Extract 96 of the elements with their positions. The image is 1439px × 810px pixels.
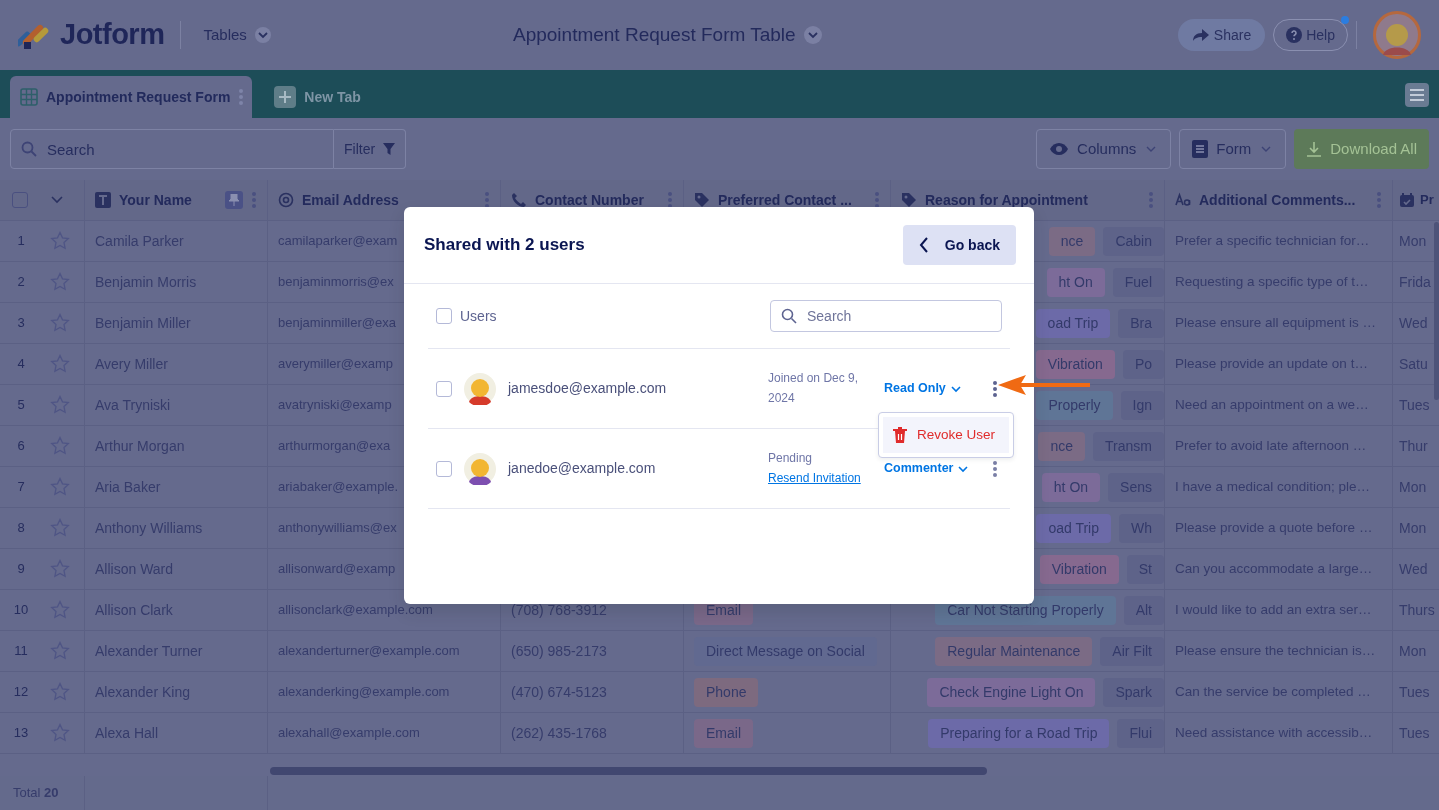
table-tab[interactable]: Appointment Request Form bbox=[10, 76, 253, 118]
form-button[interactable]: Form bbox=[1179, 129, 1287, 169]
role-dropdown[interactable]: Commenter bbox=[884, 459, 988, 478]
help-icon bbox=[1286, 27, 1303, 43]
row-number: 2 bbox=[16, 273, 26, 292]
form-icon bbox=[1192, 140, 1209, 158]
tag: Properly bbox=[1036, 390, 1113, 420]
trash-icon bbox=[893, 427, 907, 443]
row-number: 3 bbox=[16, 314, 26, 333]
columns-button[interactable]: Columns bbox=[1036, 129, 1172, 169]
search-field[interactable]: Search bbox=[770, 300, 1002, 332]
phone-icon bbox=[511, 192, 527, 208]
status-text: Pending bbox=[768, 450, 814, 468]
row-number: 7 bbox=[16, 478, 26, 497]
chevron-icon[interactable] bbox=[803, 26, 822, 44]
row-number: 13 bbox=[12, 724, 30, 743]
scrollbar-thumb[interactable] bbox=[1434, 222, 1439, 400]
tag-icon bbox=[901, 192, 917, 208]
row-number: 1 bbox=[16, 232, 26, 251]
chevron-left-icon bbox=[918, 237, 929, 253]
menu-icon bbox=[1410, 89, 1424, 101]
pin-icon[interactable] bbox=[225, 191, 243, 209]
search-icon bbox=[781, 308, 797, 324]
user-email: jamesdoe@example.com bbox=[508, 379, 668, 398]
chevron-icon bbox=[254, 27, 271, 43]
row-number: 12 bbox=[12, 683, 30, 702]
more-icon bbox=[992, 380, 998, 399]
filter-button[interactable]: Filter bbox=[334, 129, 407, 169]
share-icon bbox=[1191, 28, 1210, 42]
row-number: 6 bbox=[16, 437, 26, 456]
more-icon[interactable] bbox=[874, 191, 880, 209]
search-icon bbox=[21, 141, 37, 157]
tag: oad Trip bbox=[1035, 308, 1111, 338]
download-icon bbox=[1306, 141, 1323, 157]
column-header: Pr bbox=[1420, 191, 1435, 210]
text-icon bbox=[95, 192, 111, 208]
role-dropdown[interactable]: Read Only bbox=[884, 379, 988, 398]
scrollbar-thumb[interactable] bbox=[270, 767, 987, 775]
row-number: 4 bbox=[16, 355, 26, 374]
column-header: Preferred Contact ... bbox=[718, 190, 853, 210]
more-icon[interactable] bbox=[484, 191, 490, 209]
menu-button[interactable] bbox=[1405, 83, 1429, 107]
tag: Preparing for a Road Trip bbox=[928, 718, 1110, 748]
checkbox[interactable] bbox=[436, 308, 452, 324]
tag: oad Trip bbox=[1036, 513, 1111, 543]
tables-menu[interactable]: Tables bbox=[197, 22, 277, 48]
checkbox[interactable] bbox=[436, 380, 452, 397]
search-field[interactable]: Search bbox=[10, 129, 334, 169]
column-header: Reason for Appointment bbox=[925, 190, 1089, 210]
tag: nce bbox=[1038, 431, 1086, 461]
tag: Vibration bbox=[1039, 554, 1119, 584]
row-number: 10 bbox=[12, 601, 30, 620]
user-avatar bbox=[464, 452, 496, 485]
tag: Phone bbox=[694, 677, 759, 707]
users-label: Users bbox=[460, 306, 497, 326]
row-number: 11 bbox=[13, 642, 29, 661]
row-number: 8 bbox=[16, 519, 26, 538]
go-back-button[interactable]: Go back bbox=[902, 225, 1016, 265]
column-header: Your Name bbox=[119, 190, 193, 210]
filter-icon bbox=[383, 143, 396, 155]
checkbox[interactable] bbox=[436, 460, 452, 477]
tag: Check Engine Light On bbox=[927, 677, 1096, 707]
eye-icon bbox=[1049, 142, 1070, 156]
paragraph-icon bbox=[1175, 192, 1191, 208]
share-button[interactable]: Share bbox=[1177, 19, 1266, 51]
revoke-user-item[interactable]: Revoke User bbox=[883, 417, 1009, 453]
tag-icon bbox=[694, 192, 710, 208]
column-header: Additional Comments... bbox=[1199, 190, 1357, 210]
tag: Vibration bbox=[1035, 349, 1115, 379]
modal-title: Shared with 2 users bbox=[424, 234, 585, 257]
status-text: Joined on Dec 9, 2024 bbox=[768, 370, 860, 407]
row-number: 5 bbox=[16, 396, 26, 415]
tag: nce bbox=[1048, 226, 1096, 256]
new-tab-button[interactable]: New Tab bbox=[268, 85, 367, 109]
user-avatar[interactable] bbox=[1373, 11, 1421, 59]
grid-icon bbox=[20, 88, 38, 106]
resend-link[interactable]: Resend Invitation bbox=[768, 470, 861, 485]
column-header: Contact Number bbox=[535, 190, 645, 210]
plus-icon bbox=[274, 86, 297, 108]
tag: ht On bbox=[1046, 267, 1105, 297]
tag: ht On bbox=[1041, 472, 1101, 502]
tag: Email bbox=[694, 718, 753, 748]
download-button[interactable]: Download All bbox=[1294, 129, 1429, 169]
calendar-icon bbox=[1399, 192, 1415, 208]
more-icon[interactable] bbox=[667, 191, 673, 209]
user-email: janedoe@example.com bbox=[508, 459, 657, 478]
page-title: Appointment Request Form Table bbox=[512, 22, 796, 47]
select-all-checkbox[interactable] bbox=[12, 192, 28, 208]
column-header: Email Address bbox=[302, 190, 400, 210]
row-number: 9 bbox=[16, 560, 26, 579]
logo-text: Jotform bbox=[60, 17, 165, 53]
more-icon bbox=[992, 460, 998, 479]
more-icon bbox=[238, 88, 245, 106]
at-icon bbox=[278, 192, 294, 208]
tag: Regular Maintenance bbox=[935, 636, 1093, 666]
user-avatar bbox=[464, 372, 496, 405]
